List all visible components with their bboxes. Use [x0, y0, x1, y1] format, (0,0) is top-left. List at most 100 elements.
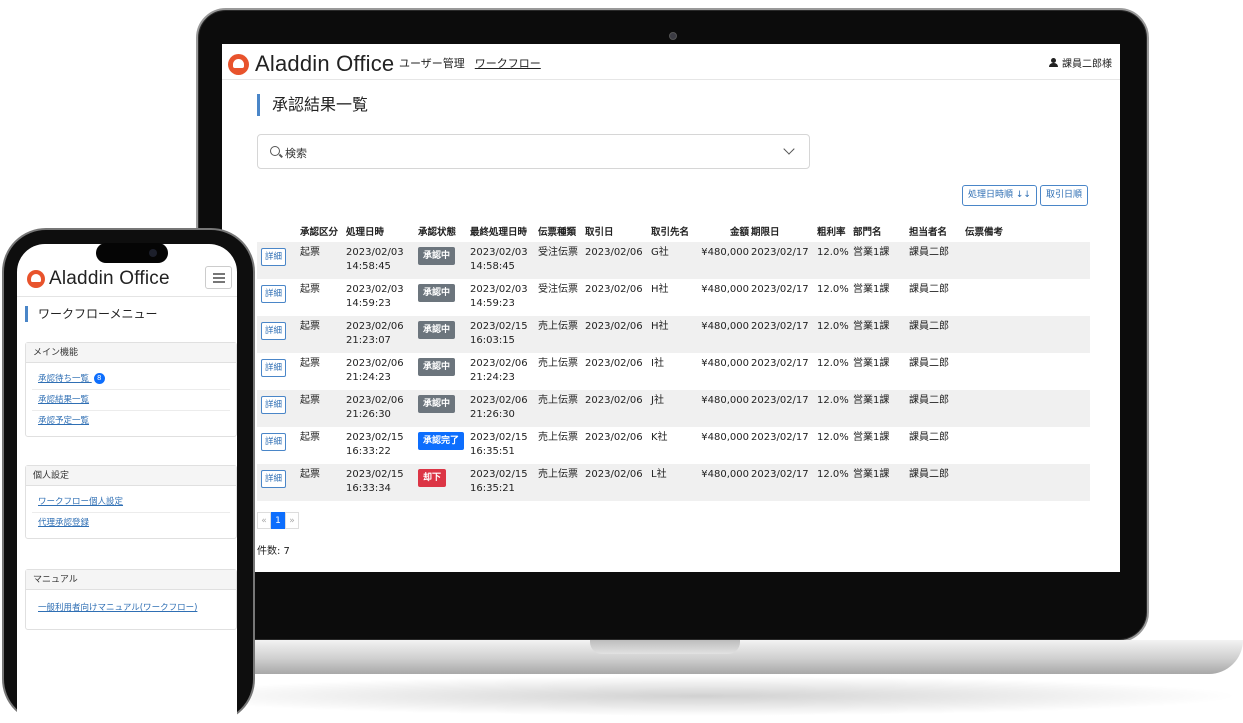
main-functions-card: メイン機能 承認待ち一覧 8 承認結果一覧 承認予定一覧	[25, 342, 237, 437]
user-menu[interactable]: 課員二郎様	[1049, 55, 1112, 70]
cell-amount: ¥480,000	[690, 464, 751, 501]
personal-settings-card: 個人設定 ワークフロー個人設定 代理承認登録	[25, 465, 237, 539]
cell-dept: 営業1課	[852, 242, 909, 279]
phone-logo-text: Aladdin Office	[49, 268, 170, 289]
cell-last-datetime: 2023/02/03 14:58:45	[469, 242, 537, 279]
cell-last-datetime: 2023/02/15 16:03:15	[469, 316, 537, 353]
cell-process-datetime: 2023/02/06 21:26:30	[345, 390, 417, 427]
col-slip-type: 伝票種類	[538, 227, 577, 238]
table-row: 詳細 起票 2023/02/15 16:33:22 承認完了 2023/02/15…	[257, 427, 1090, 464]
card-title: マニュアル	[26, 570, 236, 590]
cell-slip-type: 売上伝票	[537, 353, 584, 390]
cell-person: 課員二郎	[908, 279, 965, 316]
cell-dept: 営業1課	[852, 279, 909, 316]
nav-workflow[interactable]: ワークフロー	[475, 55, 541, 71]
hamburger-menu-icon[interactable]	[205, 266, 232, 289]
pager-prev[interactable]: «	[257, 512, 271, 529]
laptop-notch	[590, 640, 740, 654]
cell-kubun: 起票	[299, 464, 345, 501]
cell-person: 課員二郎	[908, 464, 965, 501]
cell-note	[964, 390, 1090, 427]
menu-approval-scheduled[interactable]: 承認予定一覧	[32, 411, 230, 432]
detail-button[interactable]: 詳細	[261, 285, 287, 303]
cell-person: 課員二郎	[908, 242, 965, 279]
logo-text: Aladdin Office	[255, 51, 395, 76]
laptop-screen-bottom	[222, 572, 1120, 618]
card-title: メイン機能	[26, 343, 236, 363]
menu-proxy-approval[interactable]: 代理承認登録	[32, 513, 230, 534]
cell-kubun: 起票	[299, 242, 345, 279]
menu-approval-results[interactable]: 承認結果一覧	[32, 390, 230, 411]
menu-workflow-settings[interactable]: ワークフロー個人設定	[32, 492, 230, 513]
laptop-screen: Aladdin Office ユーザー管理 ワークフロー 課員二郎様 承認結果一…	[222, 44, 1120, 572]
cell-trade-date: 2023/02/06	[584, 242, 650, 279]
sort-by-process-date-button[interactable]: 処理日時順 ↓↓	[962, 185, 1037, 206]
cell-client: I社	[650, 353, 691, 390]
cell-margin: 12.0%	[816, 353, 853, 390]
cell-last-datetime: 2023/02/03 14:59:23	[469, 279, 537, 316]
menu-approval-pending[interactable]: 承認待ち一覧 8	[32, 369, 230, 390]
logo[interactable]: Aladdin Office	[228, 51, 394, 77]
cell-note	[964, 316, 1090, 353]
menu-user-manual[interactable]: 一般利用者向けマニュアル(ワークフロー)	[32, 598, 230, 619]
cell-amount: ¥480,000	[690, 353, 751, 390]
pager-page-1[interactable]: 1	[271, 512, 285, 529]
phone-camera	[149, 249, 157, 257]
cell-process-datetime: 2023/02/03 14:59:23	[345, 279, 417, 316]
cell-last-datetime: 2023/02/15 16:35:51	[469, 427, 537, 464]
col-amount: 金額	[730, 227, 750, 238]
cell-kubun: 起票	[299, 353, 345, 390]
cell-person: 課員二郎	[908, 353, 965, 390]
phone-logo[interactable]: Aladdin Office	[27, 268, 170, 290]
cell-margin: 12.0%	[816, 279, 853, 316]
cell-client: H社	[650, 279, 691, 316]
table-row: 詳細 起票 2023/02/06 21:24:23 承認中 2023/02/06 2…	[257, 353, 1090, 390]
nav-user-management[interactable]: ユーザー管理	[399, 55, 465, 71]
search-icon	[270, 146, 280, 156]
cell-client: G社	[650, 242, 691, 279]
cell-dept: 営業1課	[852, 353, 909, 390]
cell-note	[964, 279, 1090, 316]
lamp-icon	[27, 270, 45, 288]
cell-due-date: 2023/02/17	[750, 353, 817, 390]
detail-button[interactable]: 詳細	[261, 470, 287, 488]
cell-client: K社	[650, 427, 691, 464]
table-row: 詳細 起票 2023/02/03 14:58:45 承認中 2023/02/03 1…	[257, 242, 1090, 279]
search-accordion[interactable]: 検索	[257, 134, 810, 169]
manual-card: マニュアル 一般利用者向けマニュアル(ワークフロー)	[25, 569, 237, 630]
status-badge: 承認中	[418, 358, 456, 376]
cell-trade-date: 2023/02/06	[584, 316, 650, 353]
cell-dept: 営業1課	[852, 390, 909, 427]
cell-trade-date: 2023/02/06	[584, 464, 650, 501]
status-badge: 承認中	[418, 284, 456, 302]
phone-screen: Aladdin Office ワークフローメニュー メイン機能 承認待ち一覧 8…	[17, 244, 237, 723]
cell-margin: 12.0%	[816, 316, 853, 353]
col-detail	[257, 222, 299, 242]
cell-trade-date: 2023/02/06	[584, 427, 650, 464]
col-dept: 部門名	[853, 227, 882, 238]
pager-next[interactable]: »	[285, 512, 299, 529]
detail-button[interactable]: 詳細	[261, 248, 287, 266]
detail-button[interactable]: 詳細	[261, 359, 287, 377]
cell-due-date: 2023/02/17	[750, 390, 817, 427]
detail-button[interactable]: 詳細	[261, 433, 287, 451]
col-approval-type: 承認区分	[300, 227, 339, 238]
detail-button[interactable]: 詳細	[261, 322, 287, 340]
sort-by-trade-date-button[interactable]: 取引日順	[1040, 185, 1089, 206]
cell-slip-type: 売上伝票	[537, 427, 584, 464]
app-header: Aladdin Office ユーザー管理 ワークフロー 課員二郎様	[222, 44, 1120, 80]
page-title: 承認結果一覧	[257, 94, 368, 116]
cell-due-date: 2023/02/17	[750, 427, 817, 464]
cell-note	[964, 427, 1090, 464]
cell-margin: 12.0%	[816, 390, 853, 427]
cell-process-datetime: 2023/02/06 21:23:07	[345, 316, 417, 353]
status-badge: 承認完了	[418, 432, 465, 450]
detail-button[interactable]: 詳細	[261, 396, 287, 414]
cell-kubun: 起票	[299, 427, 345, 464]
cell-last-datetime: 2023/02/06 21:24:23	[469, 353, 537, 390]
phone-header-divider	[17, 296, 237, 297]
record-count: 件数: 7	[257, 546, 290, 557]
cell-person: 課員二郎	[908, 316, 965, 353]
col-margin: 粗利率	[817, 227, 846, 238]
status-badge: 承認中	[418, 321, 456, 339]
